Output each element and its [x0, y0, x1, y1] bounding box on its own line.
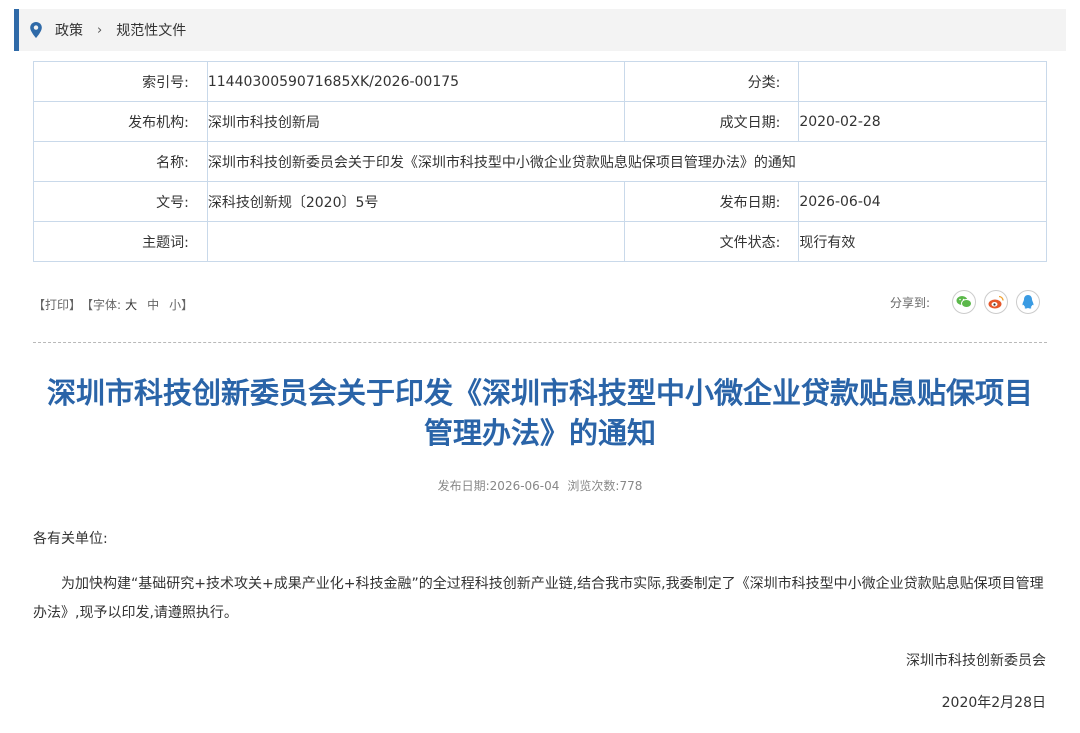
- doc-number-value: 深科技创新规〔2020〕5号: [206, 181, 626, 222]
- print-button[interactable]: 【打印】: [33, 298, 81, 312]
- location-pin-icon: [30, 22, 42, 38]
- font-medium-button[interactable]: 中: [147, 298, 159, 312]
- article-date: 2020年2月28日: [941, 695, 1046, 711]
- article-signature: 深圳市科技创新委员会: [906, 653, 1046, 669]
- font-size-suffix: 】: [181, 298, 194, 312]
- breadcrumb-item-policy[interactable]: 政策: [55, 20, 83, 40]
- table-row: 发布机构: 深圳市科技创新局 成文日期: 2020-02-28: [33, 101, 1047, 142]
- category-value: [798, 61, 1047, 102]
- font-small-button[interactable]: 小: [169, 298, 181, 312]
- font-size-prefix: 【字体:: [87, 298, 122, 312]
- org-value: 深圳市科技创新局: [206, 101, 626, 142]
- article-views: 浏览次数:778: [567, 479, 643, 493]
- org-label: 发布机构:: [33, 101, 208, 142]
- table-row: 文号: 深科技创新规〔2020〕5号 发布日期: 2026-06-04: [33, 181, 1047, 222]
- chevron-right-icon: ›: [97, 22, 103, 38]
- article-meta: 发布日期:2026-06-04 浏览次数:778: [0, 477, 1080, 494]
- article-tools: 【打印】 【字体: 大中小】: [33, 296, 199, 313]
- share-bar: 分享到:: [890, 290, 1040, 314]
- document-metadata-table: 索引号: 1144030059071685XK/2026-00175 分类: 发…: [33, 61, 1048, 262]
- divider: [33, 342, 1047, 343]
- breadcrumb: 政策 › 规范性文件: [14, 9, 1066, 51]
- category-label: 分类:: [624, 61, 800, 102]
- status-label: 文件状态:: [624, 221, 800, 262]
- share-label: 分享到:: [889, 295, 930, 310]
- font-large-button[interactable]: 大: [125, 298, 137, 312]
- name-label: 名称:: [33, 141, 208, 182]
- published-date-value: 2026-06-04: [798, 181, 1047, 222]
- breadcrumb-item-normative-docs[interactable]: 规范性文件: [116, 20, 186, 40]
- index-label: 索引号:: [33, 61, 208, 102]
- table-row: 主题词: 文件状态: 现行有效: [33, 221, 1047, 262]
- published-date-label: 发布日期:: [624, 181, 800, 222]
- subject-label: 主题词:: [33, 221, 208, 262]
- weibo-icon[interactable]: [984, 290, 1008, 314]
- qq-icon[interactable]: [1016, 290, 1040, 314]
- index-value: 1144030059071685XK/2026-00175: [206, 61, 626, 102]
- article-greeting: 各有关单位:: [33, 531, 108, 547]
- status-value: 现行有效: [798, 221, 1047, 262]
- created-date-value: 2020-02-28: [798, 101, 1047, 142]
- doc-number-label: 文号:: [33, 181, 208, 222]
- article-title: 深圳市科技创新委员会关于印发《深圳市科技型中小微企业贷款贴息贴保项目管理办法》的…: [46, 376, 1033, 450]
- created-date-label: 成文日期:: [624, 101, 800, 142]
- table-row: 索引号: 1144030059071685XK/2026-00175 分类:: [33, 61, 1047, 102]
- table-row: 名称: 深圳市科技创新委员会关于印发《深圳市科技型中小微企业贷款贴息贴保项目管理…: [33, 141, 1048, 182]
- article-body: 为加快构建“基础研究+技术攻关+成果产业化+科技金融”的全过程科技创新产业链,结…: [33, 576, 1044, 621]
- subject-value: [206, 221, 626, 262]
- wechat-icon[interactable]: [952, 290, 976, 314]
- article-pub-date: 发布日期:2026-06-04: [437, 479, 560, 493]
- name-value: 深圳市科技创新委员会关于印发《深圳市科技型中小微企业贷款贴息贴保项目管理办法》的…: [206, 141, 1048, 182]
